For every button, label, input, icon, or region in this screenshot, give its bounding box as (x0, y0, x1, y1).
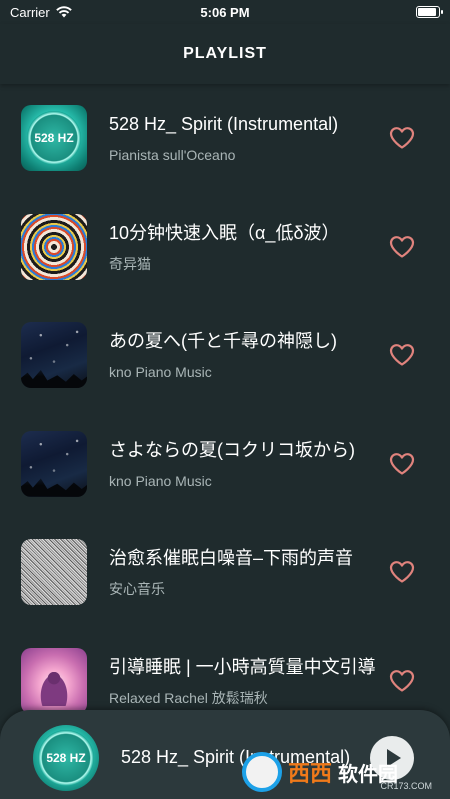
white-noise-cover (21, 539, 87, 606)
track-info: あの夏へ(千と千尋の神隠し) kno Piano Music (109, 329, 377, 381)
night-sky-cover (21, 430, 87, 497)
heart-icon[interactable] (389, 452, 415, 476)
track-artist: kno Piano Music (109, 364, 212, 381)
track-info: 引導睡眠 | 一小時高質量中文引導 Relaxed Rachel 放鬆瑞秋 (109, 655, 377, 707)
heart-icon[interactable] (389, 126, 415, 150)
wifi-icon (55, 6, 72, 18)
status-bar: Carrier 5:06 PM (0, 0, 450, 24)
spiral-cover (21, 213, 87, 280)
meditation-cover (21, 647, 87, 714)
track-title: 治愈系催眠白噪音–下雨的声音 (109, 548, 354, 569)
heart-icon[interactable] (389, 235, 415, 259)
track-title: 528 Hz_ Spirit (Instrumental) (109, 114, 339, 135)
track-info: 528 Hz_ Spirit (Instrumental) Pianista s… (109, 112, 377, 164)
track-info: さよならの夏(コクリコ坂から) kno Piano Music (109, 438, 377, 490)
playlist: 528 HZ 528 Hz_ Spirit (Instrumental) Pia… (0, 84, 450, 735)
night-sky-cover (21, 322, 87, 389)
track-info: 10分钟快速入眠（α_低δ波） 奇异猫 (109, 221, 377, 273)
watermark-text-a: 西西 (288, 762, 333, 787)
track-row[interactable]: あの夏へ(千と千尋の神隠し) kno Piano Music (0, 301, 450, 410)
track-title: 引導睡眠 | 一小時高質量中文引導 (109, 656, 376, 677)
watermark-c-icon (242, 752, 282, 792)
watermark-logo: 西西 软件园 CR173.COM (242, 751, 442, 793)
page-title: PLAYLIST (183, 45, 267, 62)
528-hz-cover: 528 HZ (21, 105, 87, 172)
heart-icon[interactable] (389, 343, 415, 367)
track-title: あの夏へ(千と千尋の神隠し) (109, 331, 337, 352)
track-artist: 奇异猫 (109, 255, 151, 272)
track-artist: Relaxed Rachel 放鬆瑞秋 (109, 689, 268, 706)
heart-icon[interactable] (389, 669, 415, 693)
nav-bar: PLAYLIST (0, 24, 450, 84)
battery-icon (416, 6, 443, 18)
track-row[interactable]: さよならの夏(コクリコ坂から) kno Piano Music (0, 410, 450, 519)
watermark-sub: CR173.COM (380, 781, 432, 791)
track-row[interactable]: 治愈系催眠白噪音–下雨的声音 安心音乐 (0, 518, 450, 627)
track-row[interactable]: 528 HZ 528 Hz_ Spirit (Instrumental) Pia… (0, 84, 450, 193)
track-artist: 安心音乐 (109, 581, 165, 598)
track-row[interactable]: 10分钟快速入眠（α_低δ波） 奇异猫 (0, 193, 450, 302)
cover-label: 528 HZ (46, 750, 86, 765)
now-playing-cover: 528 HZ (33, 724, 99, 791)
status-left: Carrier (10, 5, 72, 20)
track-title: さよならの夏(コクリコ坂から) (109, 439, 355, 460)
heart-icon[interactable] (389, 560, 415, 584)
cover-label: 528 HZ (34, 131, 74, 146)
carrier-label: Carrier (10, 4, 50, 20)
track-info: 治愈系催眠白噪音–下雨的声音 安心音乐 (109, 546, 377, 598)
track-artist: Pianista sull'Oceano (109, 147, 236, 164)
track-title: 10分钟快速入眠（α_低δ波） (109, 222, 340, 243)
track-artist: kno Piano Music (109, 472, 212, 489)
